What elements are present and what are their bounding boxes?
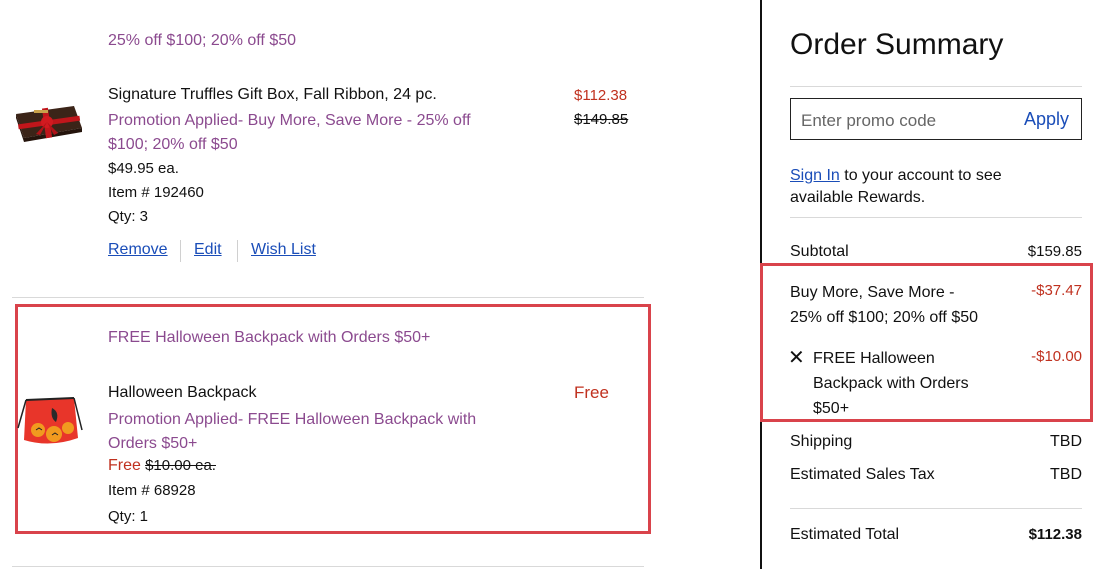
truffle-box-thumbnail[interactable] [14,98,84,144]
discount2-value: -$10.00 [1031,348,1082,365]
promo-code-box: Apply [790,98,1082,140]
item2-qty: Qty: 1 [108,508,149,525]
item1-name[interactable]: Signature Truffles Gift Box, Fall Ribbon… [108,86,437,104]
tax-row: Estimated Sales Tax TBD [790,466,1082,484]
item2-original-price: $10.00 ea. [145,457,216,474]
previous-item-promo-text: 25% off $100; 20% off $50 [108,32,297,49]
total-value: $112.38 [1028,526,1082,543]
shipping-row: Shipping TBD [790,433,1082,451]
subtotal-label: Subtotal [790,243,849,260]
item2-promo-applied: Promotion Applied- FREE Halloween Backpa… [108,411,477,452]
item2-promo-header: FREE Halloween Backpack with Orders $50+ [108,329,431,346]
item-divider [12,566,644,567]
sign-in-message: Sign In to your account to see available… [790,165,1050,209]
summary-divider [790,217,1082,218]
order-summary-title: Order Summary [790,28,1004,61]
item1-price-each: $49.95 ea. [108,160,179,177]
tax-label: Estimated Sales Tax [790,466,935,483]
total-row: Estimated Total $112.38 [790,526,1082,544]
shipping-label: Shipping [790,433,853,450]
shipping-value: TBD [1050,433,1082,450]
order-summary-panel: Order Summary Apply Sign In to your acco… [760,0,1104,569]
halloween-backpack-thumbnail[interactable] [16,394,84,450]
discount1-value: -$37.47 [1031,282,1082,299]
edit-link[interactable]: Edit [194,241,222,259]
sign-in-link[interactable]: Sign In [790,167,840,184]
item1-qty: Qty: 3 [108,208,149,225]
item1-sale-price: $112.38 [574,87,628,104]
item1-promo-applied: Promotion Applied- Buy More, Save More -… [108,112,471,153]
item2-price-line: Free $10.00 ea. [108,457,216,475]
summary-divider [790,86,1082,87]
item1-original-price: $149.85 [574,111,629,128]
action-divider [180,240,181,262]
total-label: Estimated Total [790,526,900,543]
remove-link[interactable]: Remove [108,241,168,259]
item2-free-price: Free [108,457,141,474]
action-divider [237,240,238,262]
item2-item-number: Item # 68928 [108,482,196,499]
close-icon[interactable]: ✕ [788,348,805,368]
subtotal-row: Subtotal $159.85 [790,243,1082,261]
discount1-label: Buy More, Save More - 25% off $100; 20% … [790,284,979,326]
promo-code-input[interactable] [799,109,1003,133]
discount2-label: FREE Halloween Backpack with Orders $50+ [813,350,969,417]
item2-line-price: Free [574,383,609,402]
item2-name[interactable]: Halloween Backpack [108,384,257,402]
item-divider [12,297,644,298]
summary-divider [790,508,1082,509]
cart-items-column: 25% off $100; 20% off $50 Signature Truf… [0,0,760,569]
apply-promo-button[interactable]: Apply [1024,109,1069,130]
subtotal-value: $159.85 [1027,243,1082,260]
tax-value: TBD [1050,466,1082,483]
item1-item-number: Item # 192460 [108,184,204,201]
wish-list-link[interactable]: Wish List [251,241,316,259]
